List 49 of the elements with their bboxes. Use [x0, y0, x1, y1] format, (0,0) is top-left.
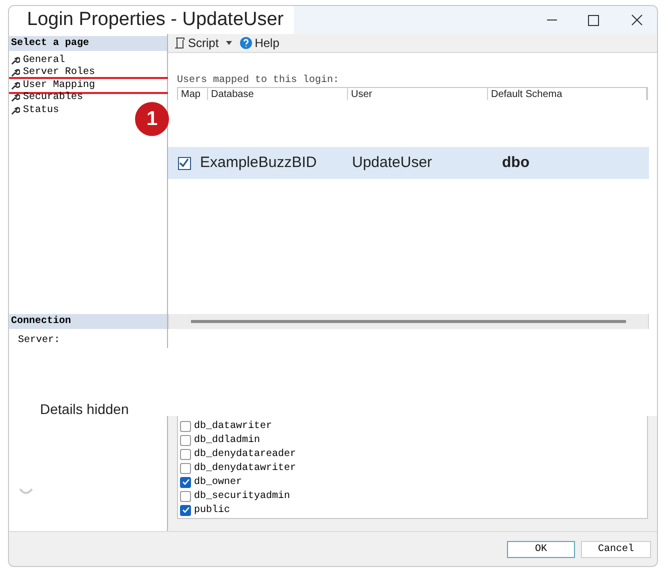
- wrench-icon: [11, 93, 20, 102]
- close-icon[interactable]: [631, 14, 643, 26]
- sidebar-item[interactable]: Status: [9, 104, 62, 116]
- role-label: public: [194, 504, 230, 518]
- role-label: db_ddladmin: [194, 434, 260, 448]
- caret-icon: [226, 41, 232, 45]
- server-label: Server:: [17, 334, 62, 348]
- role-label: db_datawriter: [194, 420, 272, 434]
- ok-button[interactable]: OK: [507, 540, 575, 558]
- role-label: db_owner: [194, 476, 242, 490]
- table-cell-text: ExampleBuzzBID: [200, 152, 318, 173]
- help-button[interactable]: Help: [240, 34, 280, 52]
- cancel-button[interactable]: Cancel: [581, 540, 651, 558]
- wrench-icon: [11, 68, 20, 78]
- column-header[interactable]: User: [348, 88, 488, 100]
- checkbox[interactable]: [180, 504, 191, 516]
- sidebar-item[interactable]: User Mapping: [9, 79, 170, 92]
- section-header: Connection: [9, 314, 167, 329]
- sidebar-item[interactable]: General: [9, 54, 68, 66]
- wrench-icon: [11, 106, 20, 115]
- column-header[interactable]: Database: [208, 88, 348, 100]
- wrench-icon: [11, 56, 20, 65]
- checkbox[interactable]: [180, 448, 191, 460]
- table-row[interactable]: ExampleBuzzBID UpdateUser dbo: [168, 147, 649, 179]
- help-icon: [240, 37, 252, 49]
- role-label: db_denydatareader: [194, 448, 296, 462]
- role-label: db_denydatawriter: [194, 462, 296, 476]
- overlay-text: Details hidden: [40, 401, 129, 417]
- role-label: db_securityadmin: [194, 490, 290, 504]
- column-header[interactable]: Default Schema: [488, 88, 647, 100]
- checkbox[interactable]: [180, 434, 191, 446]
- window-title: Login Properties - UpdateUser: [9, 6, 294, 34]
- column-header[interactable]: Map: [178, 88, 208, 100]
- mapping-label: Users mapped to this login:: [177, 74, 340, 87]
- checkbox[interactable]: [180, 476, 191, 488]
- checkbox[interactable]: [180, 462, 191, 474]
- horizontal-scrollbar[interactable]: [168, 314, 649, 329]
- table-cell-text: dbo: [502, 152, 530, 173]
- checkbox[interactable]: [180, 420, 191, 432]
- checkbox[interactable]: [178, 156, 190, 170]
- checkbox[interactable]: [180, 490, 191, 502]
- maximize-icon[interactable]: [588, 14, 599, 26]
- script-icon: [174, 37, 185, 49]
- wrench-icon: [11, 80, 20, 90]
- table-cell-text: UpdateUser: [352, 152, 434, 173]
- sidebar-item[interactable]: Securables: [9, 92, 86, 104]
- script-button[interactable]: Script: [174, 34, 232, 52]
- sidebar-item[interactable]: Server Roles: [9, 66, 98, 79]
- section-header: Select a page: [9, 36, 167, 51]
